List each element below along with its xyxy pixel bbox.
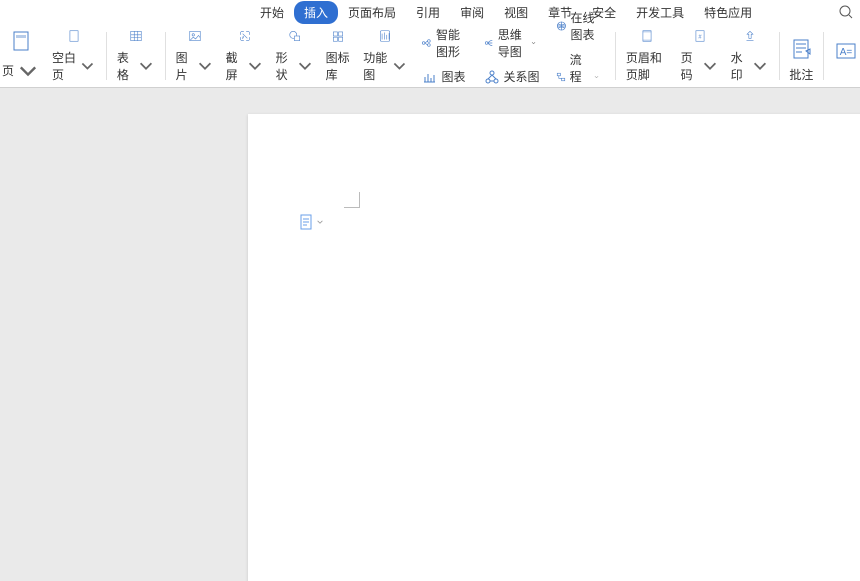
chevron-down-icon: [79, 54, 96, 78]
separator: [106, 32, 107, 80]
undo-button[interactable]: [171, 4, 195, 20]
section-properties-button[interactable]: [300, 214, 324, 230]
chevron-down-icon: [196, 54, 214, 78]
shapes-button[interactable]: 形状: [270, 27, 320, 85]
picture-label: 图片: [176, 49, 194, 83]
tab-dev-tools[interactable]: 开发工具: [626, 1, 694, 24]
online-chart-label: 在线图表: [570, 9, 603, 43]
cover-page-button[interactable]: 页: [2, 27, 46, 85]
chevron-down-icon: [38, 7, 48, 17]
table-label: 表格: [117, 49, 135, 83]
mind-map-icon: [484, 35, 494, 51]
svg-text:#: #: [698, 34, 702, 40]
smart-art-icon: [421, 35, 432, 51]
watermark-button[interactable]: 水印: [725, 27, 775, 85]
chevron-down-icon: [594, 73, 599, 81]
file-menu-label: 文件: [10, 3, 34, 20]
search-icon[interactable]: [838, 4, 854, 25]
online-chart-icon: [556, 18, 567, 34]
page-number-button[interactable]: # 页码: [675, 27, 725, 85]
print-icon[interactable]: [121, 1, 143, 23]
tab-page-layout[interactable]: 页面布局: [338, 1, 406, 24]
chevron-down-icon: [246, 54, 264, 78]
header-footer-label: 页眉和页脚: [626, 49, 669, 83]
chart-icon: [421, 69, 437, 85]
chevron-down-icon: [531, 39, 536, 47]
flowchart-icon: [556, 69, 566, 85]
mind-map-label: 思维导图: [498, 26, 529, 60]
screenshot-button[interactable]: 截屏: [220, 27, 270, 85]
file-menu[interactable]: 文件: [4, 1, 54, 22]
table-button[interactable]: 表格: [111, 27, 161, 85]
chevron-down-icon: [296, 54, 314, 78]
chevron-down-icon: [316, 218, 324, 226]
separator: [779, 32, 780, 80]
tab-insert[interactable]: 插入: [294, 1, 338, 24]
comment-label: 批注: [789, 66, 813, 83]
screenshot-label: 截屏: [226, 49, 244, 83]
picture-button[interactable]: 图片: [170, 27, 220, 85]
save-icon[interactable]: [69, 1, 91, 23]
shapes-label: 形状: [276, 49, 294, 83]
chevron-down-icon: [16, 59, 40, 83]
separator: [165, 32, 166, 80]
smart-art-label: 智能图形: [436, 26, 468, 60]
icon-library-button[interactable]: 图标库: [320, 27, 358, 85]
header-footer-button[interactable]: 页眉和页脚: [620, 27, 675, 85]
tab-special[interactable]: 特色应用: [694, 1, 762, 24]
chevron-down-icon: [211, 8, 219, 16]
cursor-position-mark: [344, 192, 360, 208]
chevron-down-icon: [187, 8, 195, 16]
separator: [823, 32, 824, 80]
blank-page-label: 空白页: [52, 49, 77, 83]
export-icon[interactable]: [95, 1, 117, 23]
chart-button[interactable]: 图表: [417, 64, 471, 89]
online-chart-button[interactable]: 在线图表: [552, 5, 608, 47]
smart-art-button[interactable]: 智能图形: [417, 22, 471, 64]
redo-button[interactable]: [195, 4, 219, 20]
ribbon-insert: 页 空白页 表格 图片 截屏 形状 图标库 功能图 智能图形 图: [0, 24, 860, 88]
page-number-label: 页码: [681, 49, 699, 83]
print-preview-icon[interactable]: [147, 1, 169, 23]
separator: [60, 4, 61, 20]
customize-qat-icon[interactable]: [229, 1, 251, 23]
blank-page-button[interactable]: 空白页: [46, 27, 102, 85]
cover-page-label: 页: [2, 62, 14, 79]
document-page[interactable]: [248, 114, 860, 581]
comment-button[interactable]: 批注: [783, 27, 819, 85]
chevron-down-icon: [391, 54, 408, 78]
watermark-label: 水印: [731, 49, 749, 83]
relation-icon: [484, 69, 500, 85]
tab-review[interactable]: 审阅: [450, 1, 494, 24]
tab-references[interactable]: 引用: [406, 1, 450, 24]
svg-text:A=: A=: [840, 47, 853, 58]
chart-label: 图表: [441, 68, 465, 85]
relation-chart-button[interactable]: 关系图: [480, 64, 544, 89]
feature-chart-label: 功能图: [363, 49, 388, 83]
relation-chart-label: 关系图: [504, 68, 540, 85]
chevron-down-icon: [701, 54, 719, 78]
mind-map-button[interactable]: 思维导图: [480, 22, 544, 64]
page-icon: [300, 214, 314, 230]
tab-start[interactable]: 开始: [250, 1, 294, 24]
icon-library-label: 图标库: [326, 49, 352, 83]
tab-view[interactable]: 视图: [494, 1, 538, 24]
separator: [615, 32, 616, 80]
chevron-down-icon: [137, 54, 155, 78]
text-box-button[interactable]: A=: [828, 27, 858, 85]
feature-chart-button[interactable]: 功能图: [357, 27, 413, 85]
document-workspace[interactable]: [0, 88, 860, 581]
chevron-down-icon: [751, 54, 769, 78]
